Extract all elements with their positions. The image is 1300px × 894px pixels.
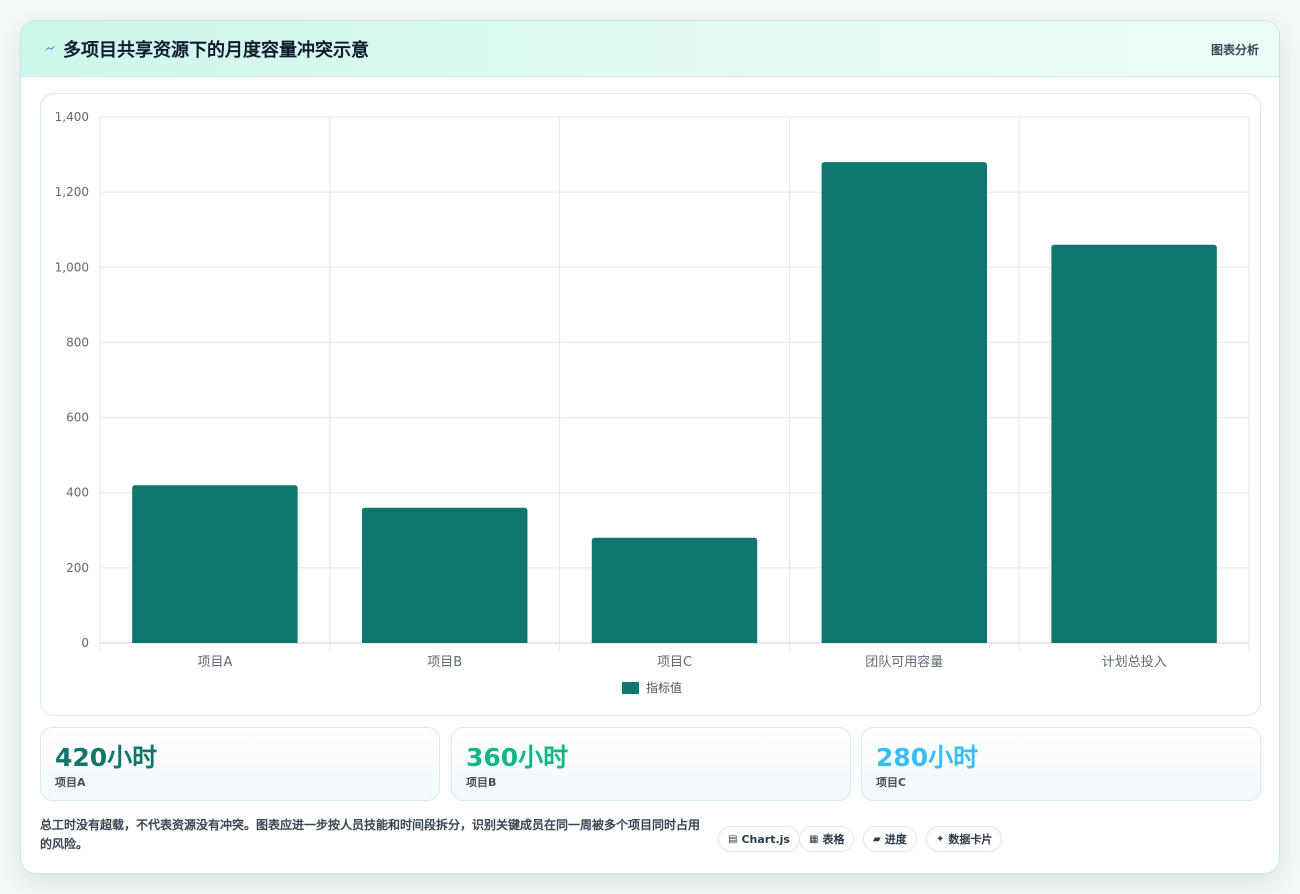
- x-tick-label: 项目C: [657, 655, 692, 670]
- stat-value: 360小时: [466, 743, 569, 772]
- stat-label: 项目C: [876, 776, 907, 789]
- bar: [591, 537, 758, 643]
- y-tick-label: 200: [66, 561, 89, 575]
- x-tick-label: 团队可用容量: [865, 654, 943, 670]
- x-tick-label: 项目B: [427, 655, 462, 670]
- x-axis-ticks: 项目A 项目B 项目C 团队可用容量 计划总投入: [197, 654, 1166, 670]
- y-tick-label: 1,400: [55, 110, 89, 124]
- table-icon: ▦: [809, 833, 819, 845]
- chip-label: 数据卡片: [948, 833, 993, 846]
- bar: [821, 162, 988, 643]
- bars: [132, 162, 1217, 643]
- sparkle-icon: ✦: [936, 833, 945, 845]
- stat-card-project-c: 280小时 项目C: [861, 727, 1261, 801]
- progress-icon: ▰: [873, 833, 881, 845]
- x-tick-label: 计划总投入: [1102, 654, 1167, 670]
- chip-chartjs[interactable]: ▤ Chart.js: [718, 826, 800, 852]
- y-tick-label: 400: [66, 486, 89, 500]
- bar-chart: 0 200 400 600 800 1,000 1,200 1,400 项目A 项目B 项目C 团队…: [55, 110, 1250, 695]
- chart-title: 多项目共享资源下的月度容量冲突示意: [63, 40, 369, 61]
- y-tick-label: 800: [66, 335, 89, 349]
- bar: [1051, 244, 1217, 643]
- lightning-icon: [44, 45, 56, 51]
- chart-card: 多项目共享资源下的月度容量冲突示意 图表分析 0 200 400 600 800 1,00…: [20, 20, 1280, 874]
- y-axis-ticks: 0 200 400 600 800 1,000 1,200 1,400: [55, 110, 89, 650]
- bar: [132, 485, 298, 643]
- chip-label: Chart.js: [741, 832, 790, 846]
- chip-progress[interactable]: ▰ 进度: [863, 826, 917, 852]
- y-tick-label: 0: [81, 636, 89, 650]
- chip-table[interactable]: ▦ 表格: [799, 826, 855, 852]
- stat-card-project-b: 360小时 项目B: [451, 727, 851, 801]
- chip-label: 表格: [822, 833, 845, 846]
- chip-data-card[interactable]: ✦ 数据卡片: [926, 826, 1003, 852]
- chart-analysis-link[interactable]: 图表分析: [1211, 41, 1259, 58]
- y-tick-label: 1,000: [55, 260, 89, 274]
- legend-swatch: [622, 682, 639, 694]
- analysis-note: 总工时没有超载，不代表资源没有冲突。图表应进一步按人员技能和时间段拆分，识别关键…: [40, 818, 701, 851]
- stat-value: 420小时: [55, 743, 158, 772]
- chart-icon: ▤: [728, 833, 738, 845]
- chip-label: 进度: [884, 833, 907, 846]
- card-header: 多项目共享资源下的月度容量冲突示意 图表分析: [21, 21, 1279, 77]
- stat-card-project-a: 420小时 项目A: [40, 727, 440, 801]
- legend: 指标值: [622, 680, 682, 695]
- legend-label: 指标值: [646, 680, 682, 695]
- y-tick-label: 1,200: [55, 185, 89, 199]
- x-tick-label: 项目A: [197, 655, 232, 670]
- bar: [361, 507, 528, 643]
- y-tick-label: 600: [66, 411, 89, 425]
- chart-panel: 0 200 400 600 800 1,000 1,200 1,400 项目A 项目B 项目C 团队…: [40, 93, 1261, 716]
- stat-label: 项目A: [55, 776, 86, 789]
- stat-label: 项目B: [466, 776, 497, 789]
- stat-value: 280小时: [876, 743, 979, 772]
